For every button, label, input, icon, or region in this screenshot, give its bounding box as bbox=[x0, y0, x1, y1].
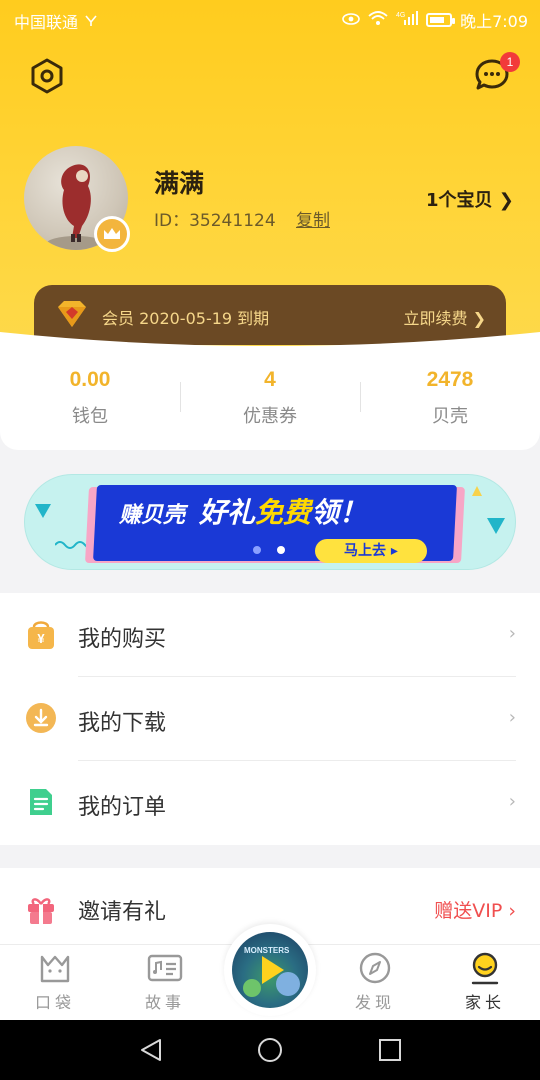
invite-label: 邀请有礼 bbox=[78, 900, 167, 925]
svg-text:¥: ¥ bbox=[37, 631, 45, 646]
parent-icon bbox=[471, 952, 499, 985]
shell-value: 2478 bbox=[426, 368, 474, 391]
menu-item-label: 我的购买 bbox=[78, 627, 167, 652]
carrier-label: 中国联通 bbox=[14, 13, 79, 32]
banner-title-small: 赚贝壳 bbox=[119, 503, 186, 528]
coupon-label: 优惠券 bbox=[243, 406, 297, 427]
tab-label: 家长 bbox=[464, 993, 505, 1012]
wallet-value: 0.00 bbox=[69, 368, 111, 391]
play-icon bbox=[243, 956, 300, 997]
pocket-icon bbox=[40, 955, 70, 983]
vip-crown-badge bbox=[94, 216, 130, 252]
carrier-icon bbox=[84, 12, 98, 31]
user-id: ID：35241124 bbox=[154, 206, 276, 231]
message-count-badge: 1 bbox=[500, 52, 520, 72]
menu-item-purchases[interactable]: ¥ 我的购买 › bbox=[0, 593, 540, 677]
shopping-bag-icon: ¥ bbox=[28, 621, 54, 649]
story-icon bbox=[147, 954, 183, 982]
invite-vip-label: 赠送VIP › bbox=[434, 900, 516, 922]
crown-icon bbox=[104, 228, 120, 239]
tab-pocket[interactable]: 口袋 bbox=[20, 951, 90, 1013]
banner-pager bbox=[253, 546, 285, 554]
banner-cta-button[interactable]: 马上去 ▸ bbox=[315, 539, 427, 563]
banner-title-part1: 好礼 bbox=[199, 496, 256, 529]
shell-label: 贝壳 bbox=[432, 406, 468, 427]
stats-card: 0.00 钱包 4 优惠券 2478 贝壳 bbox=[0, 346, 540, 450]
tab-parent[interactable]: 家长 bbox=[450, 951, 520, 1013]
pager-dot-active[interactable] bbox=[277, 546, 285, 554]
compass-icon bbox=[359, 952, 391, 984]
gift-icon bbox=[28, 898, 54, 924]
settings-hex-icon bbox=[31, 58, 63, 94]
copy-id-link[interactable]: 复制 bbox=[296, 206, 330, 231]
coupon-stat[interactable]: 4 优惠券 bbox=[180, 368, 360, 428]
system-nav-bar bbox=[0, 1020, 540, 1080]
home-icon[interactable] bbox=[258, 1038, 282, 1062]
user-id-label: ID： bbox=[154, 211, 190, 231]
coupon-value: 4 bbox=[264, 368, 276, 391]
tab-stories[interactable]: 故事 bbox=[130, 951, 200, 1013]
settings-button[interactable] bbox=[28, 57, 66, 95]
promo-banner[interactable]: 赚贝壳 好礼免费领！ 马上去 ▸ bbox=[24, 474, 516, 570]
menu-item-orders[interactable]: 我的订单 › bbox=[0, 761, 540, 845]
banner-title-part2: 领！ bbox=[311, 496, 368, 529]
download-icon bbox=[26, 703, 56, 733]
wifi-icon bbox=[368, 10, 388, 30]
wallet-label: 钱包 bbox=[72, 406, 108, 427]
tab-label: 故事 bbox=[144, 993, 185, 1012]
banner-title: 赚贝壳 好礼免费领！ bbox=[119, 491, 367, 531]
user-id-value: 35241124 bbox=[189, 211, 276, 231]
chevron-right-icon: › bbox=[508, 707, 516, 728]
banner-title-highlight: 免费 bbox=[255, 496, 312, 529]
wallet-stat[interactable]: 0.00 钱包 bbox=[0, 368, 180, 428]
back-icon[interactable] bbox=[140, 1038, 162, 1062]
order-icon bbox=[30, 789, 52, 815]
user-name: 满满 bbox=[154, 169, 205, 198]
album-cover: MONSTERS bbox=[232, 932, 308, 1008]
chevron-right-icon: › bbox=[508, 791, 516, 812]
menu-item-downloads[interactable]: 我的下载 › bbox=[0, 677, 540, 761]
now-playing-button[interactable]: MONSTERS bbox=[224, 924, 316, 1016]
triangle-decor-icon bbox=[35, 504, 51, 518]
battery-icon bbox=[426, 13, 456, 27]
baby-count-link[interactable]: 1个宝贝 ❯ bbox=[426, 186, 514, 212]
status-bar: 中国联通 4G 晚上7:09 bbox=[0, 0, 540, 38]
triangle-decor-icon bbox=[487, 518, 505, 534]
shell-stat[interactable]: 2478 贝壳 bbox=[360, 368, 540, 428]
messages-button[interactable]: 1 bbox=[474, 52, 520, 94]
tab-discover[interactable]: 发现 bbox=[340, 951, 410, 1013]
tab-label: 口袋 bbox=[34, 993, 75, 1012]
network-label: 4G bbox=[396, 12, 405, 19]
triangle-decor-icon bbox=[472, 486, 482, 496]
menu-list: ¥ 我的购买 › 我的下载 › 我的订单 › bbox=[0, 593, 540, 845]
menu-item-label: 我的订单 bbox=[78, 795, 167, 820]
tab-label: 发现 bbox=[354, 993, 395, 1012]
pager-dot[interactable] bbox=[253, 546, 261, 554]
eye-icon bbox=[342, 11, 360, 30]
signal-icon: 4G bbox=[396, 10, 419, 30]
chevron-right-icon: › bbox=[508, 623, 516, 644]
clock: 晚上7:09 bbox=[460, 12, 528, 31]
recent-apps-icon[interactable] bbox=[379, 1039, 401, 1061]
menu-item-label: 我的下载 bbox=[78, 711, 167, 736]
